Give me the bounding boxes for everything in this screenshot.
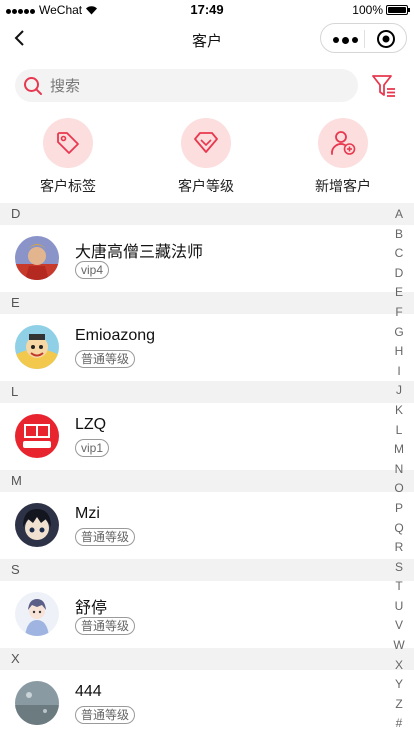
- customer-name: 舒停: [75, 600, 108, 617]
- customer-tags-button[interactable]: 客户标签: [18, 118, 118, 196]
- index-letter[interactable]: V: [392, 616, 406, 636]
- index-letter[interactable]: Q: [392, 519, 406, 539]
- close-target-icon[interactable]: [376, 29, 396, 49]
- tag-icon: [57, 132, 79, 154]
- index-letter[interactable]: T: [392, 577, 406, 597]
- section-header-x: X: [0, 648, 414, 670]
- index-letter[interactable]: O: [392, 479, 406, 499]
- section-header-s: S: [0, 559, 414, 581]
- customer-name: LZQ: [75, 416, 107, 433]
- level-badge: 普通等级: [75, 350, 136, 368]
- more-icon[interactable]: [333, 36, 358, 44]
- add-user-icon: [331, 131, 356, 155]
- avatar: [15, 325, 59, 369]
- capsule-menu: [320, 23, 407, 53]
- add-customer-label: 新增客户: [315, 178, 371, 194]
- search-icon: [24, 77, 42, 95]
- index-letter[interactable]: D: [392, 264, 406, 284]
- index-letter[interactable]: U: [392, 597, 406, 617]
- customer-row[interactable]: Mzi 普通等级: [0, 492, 414, 559]
- index-letter[interactable]: I: [392, 362, 406, 382]
- index-letter[interactable]: C: [392, 244, 406, 264]
- index-letter[interactable]: M: [392, 440, 406, 460]
- customer-name: 大唐高僧三藏法师: [75, 244, 204, 261]
- level-badge: vip4: [75, 261, 110, 279]
- index-letter[interactable]: K: [392, 401, 406, 421]
- section-header-d: D: [0, 203, 414, 225]
- avatar: [15, 503, 59, 547]
- level-badge: vip1: [75, 439, 110, 457]
- nav-bar: 客户: [0, 20, 414, 58]
- index-letter[interactable]: X: [392, 656, 406, 676]
- index-letter[interactable]: F: [392, 303, 406, 323]
- diamond-icon: [194, 132, 218, 153]
- avatar: [15, 236, 59, 280]
- index-letter[interactable]: R: [392, 538, 406, 558]
- add-customer-button[interactable]: 新增客户: [293, 118, 393, 196]
- status-bar: WeChat 17:49 100%: [0, 0, 414, 20]
- customer-row[interactable]: 大唐高僧三藏法师 vip4: [0, 225, 414, 292]
- index-letter[interactable]: E: [392, 283, 406, 303]
- customer-row[interactable]: 舒停 普通等级: [0, 581, 414, 648]
- customer-levels-button[interactable]: 客户等级: [156, 118, 256, 196]
- capsule-divider: [364, 30, 365, 48]
- index-letter[interactable]: L: [392, 421, 406, 441]
- battery-percent: 100%: [352, 3, 383, 17]
- index-letter[interactable]: #: [392, 714, 406, 734]
- index-letter[interactable]: W: [392, 636, 406, 656]
- customer-levels-label: 客户等级: [178, 178, 234, 194]
- index-letter[interactable]: N: [392, 460, 406, 480]
- index-letter[interactable]: Z: [392, 695, 406, 715]
- level-badge: 普通等级: [75, 617, 136, 635]
- index-letter[interactable]: B: [392, 225, 406, 245]
- index-letter[interactable]: P: [392, 499, 406, 519]
- index-letter[interactable]: H: [392, 342, 406, 362]
- index-letter[interactable]: J: [392, 381, 406, 401]
- avatar: [15, 681, 59, 725]
- index-letter[interactable]: Y: [392, 675, 406, 695]
- section-header-l: L: [0, 381, 414, 403]
- alphabet-index[interactable]: A B C D E F G H I J K L M N O P Q R S T …: [392, 205, 406, 734]
- index-letter[interactable]: G: [392, 323, 406, 343]
- customer-name: Emioazong: [75, 327, 156, 344]
- search-input[interactable]: [48, 69, 352, 104]
- customer-list: D 大唐高僧三藏法师 vip4 E Emioazong 普通等级 L LZQ v…: [0, 203, 414, 737]
- level-badge: 普通等级: [75, 706, 136, 724]
- avatar: [15, 592, 59, 636]
- battery-icon: [386, 5, 410, 15]
- index-letter[interactable]: A: [392, 205, 406, 225]
- index-letter[interactable]: S: [392, 558, 406, 578]
- section-header-m: M: [0, 470, 414, 492]
- search-bar: [15, 69, 358, 104]
- customer-name: 444: [75, 683, 102, 700]
- customer-tags-label: 客户标签: [40, 178, 96, 194]
- filter-icon[interactable]: [371, 73, 397, 99]
- avatar: [15, 414, 59, 458]
- section-header-e: E: [0, 292, 414, 314]
- customer-row[interactable]: Emioazong 普通等级: [0, 314, 414, 381]
- customer-row[interactable]: 444 普通等级: [0, 670, 414, 737]
- level-badge: 普通等级: [75, 528, 136, 546]
- customer-row[interactable]: LZQ vip1: [0, 403, 414, 470]
- customer-name: Mzi: [75, 505, 100, 522]
